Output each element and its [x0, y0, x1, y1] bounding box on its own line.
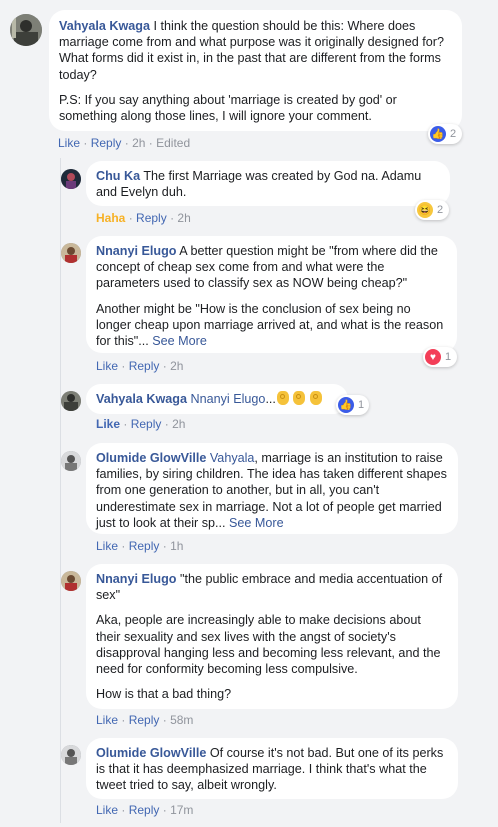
reaction-count: 2 — [437, 204, 444, 216]
reply-thread-line — [60, 158, 61, 823]
reaction-count: 1 — [445, 351, 452, 363]
comment-text: Another might be "How is the conclusion … — [96, 301, 444, 349]
edited-label[interactable]: Edited — [156, 136, 190, 150]
comment-bubble: Nnanyi Elugo A better question might be … — [86, 236, 457, 353]
ok-hand-icon — [293, 391, 306, 405]
comment-author[interactable]: Nnanyi Elugo — [96, 244, 176, 258]
timestamp[interactable]: 2h — [170, 359, 183, 373]
separator: · — [128, 211, 133, 225]
reply-link[interactable]: Reply — [129, 713, 160, 727]
ok-hand-icon — [309, 391, 322, 405]
comment-text: The first Marriage was created by God na… — [96, 169, 422, 200]
separator: · — [121, 539, 126, 553]
comment-text: ... — [265, 392, 276, 406]
comment-actions: Like · Reply · 2h — [96, 359, 183, 373]
comment-text-ps: P.S: If you say anything about 'marriage… — [59, 92, 397, 124]
like-link[interactable]: Like — [96, 803, 118, 817]
timestamp[interactable]: 58m — [170, 713, 193, 727]
ok-hand-icon — [276, 391, 289, 405]
comment-actions: Like · Reply · 58m — [96, 713, 193, 727]
see-more-link[interactable]: See More — [152, 334, 207, 348]
comment-bubble: Olumide GlowVille Vahyala, marriage is a… — [86, 443, 458, 534]
reaction-summary[interactable]: 👍 2 — [428, 124, 462, 144]
haha-icon: 😆 — [417, 202, 433, 218]
avatar[interactable] — [61, 391, 81, 411]
timestamp[interactable]: 17m — [170, 803, 193, 817]
comment-actions: Like · Reply · 1h — [96, 539, 183, 553]
avatar[interactable] — [10, 14, 42, 46]
haha-reacted-link[interactable]: Haha — [96, 211, 125, 225]
separator: · — [170, 211, 175, 225]
reply-link[interactable]: Reply — [136, 211, 167, 225]
comment-actions: Like · Reply · 2h — [96, 417, 185, 431]
avatar[interactable] — [61, 745, 81, 765]
comment-author[interactable]: Olumide GlowVille — [96, 746, 206, 760]
reply-link[interactable]: Reply — [91, 136, 122, 150]
comment-bubble: Vahyala Kwaga Nnanyi Elugo... — [86, 384, 348, 414]
separator: · — [164, 417, 169, 431]
love-icon: ♥ — [425, 349, 441, 365]
comment-author[interactable]: Nnanyi Elugo — [96, 572, 176, 586]
avatar[interactable] — [61, 243, 81, 263]
mention-link[interactable]: Vahyala — [210, 451, 255, 465]
reaction-count: 1 — [358, 399, 365, 411]
see-more-link[interactable]: See More — [229, 516, 284, 530]
reply-link[interactable]: Reply — [129, 539, 160, 553]
comment-text: Aka, people are increasingly able to mak… — [96, 613, 441, 677]
comment-bubble: Vahyala Kwaga I think the question shoul… — [49, 10, 462, 131]
avatar[interactable] — [61, 571, 81, 591]
reaction-summary[interactable]: 👍 1 — [336, 395, 369, 415]
comment-actions: Like · Reply · 17m — [96, 803, 193, 817]
timestamp[interactable]: 2h — [177, 211, 190, 225]
separator: · — [162, 803, 167, 817]
like-link[interactable]: Like — [96, 417, 120, 431]
like-link[interactable]: Like — [58, 136, 80, 150]
separator: · — [123, 417, 128, 431]
comment-actions: Like · Reply · 2h · Edited — [58, 136, 190, 150]
comment-author[interactable]: Olumide GlowVille — [96, 451, 206, 465]
separator: · — [148, 136, 153, 150]
comment-text: How is that a bad thing? — [96, 687, 232, 702]
reply-link[interactable]: Reply — [129, 359, 160, 373]
like-icon: 👍 — [338, 397, 354, 413]
separator: · — [162, 713, 167, 727]
like-link[interactable]: Like — [96, 713, 118, 727]
comment-bubble: Chu Ka The first Marriage was created by… — [86, 161, 450, 206]
timestamp[interactable]: 1h — [170, 539, 183, 553]
comment-bubble: Nnanyi Elugo "the public embrace and med… — [86, 564, 458, 709]
avatar[interactable] — [61, 451, 81, 471]
separator: · — [83, 136, 88, 150]
comment-author[interactable]: Chu Ka — [96, 169, 140, 183]
separator: · — [121, 359, 126, 373]
reply-link[interactable]: Reply — [129, 803, 160, 817]
like-link[interactable]: Like — [96, 539, 118, 553]
reply-link[interactable]: Reply — [131, 417, 162, 431]
comment-author[interactable]: Vahyala Kwaga — [96, 392, 187, 406]
separator: · — [121, 713, 126, 727]
comment-author[interactable]: Vahyala Kwaga — [59, 19, 150, 33]
like-icon: 👍 — [430, 126, 446, 142]
avatar[interactable] — [61, 169, 81, 189]
mention-link[interactable]: Nnanyi Elugo — [191, 392, 266, 406]
separator: · — [162, 359, 167, 373]
timestamp[interactable]: 2h — [172, 417, 185, 431]
reaction-count: 2 — [450, 128, 457, 140]
timestamp[interactable]: 2h — [132, 136, 145, 150]
like-link[interactable]: Like — [96, 359, 118, 373]
separator: · — [124, 136, 129, 150]
reaction-summary[interactable]: ♥ 1 — [423, 347, 457, 367]
comment-bubble: Olumide GlowVille Of course it's not bad… — [86, 738, 458, 799]
reaction-summary[interactable]: 😆 2 — [415, 200, 449, 220]
comment-actions: Haha · Reply · 2h — [96, 211, 191, 225]
separator: · — [162, 539, 167, 553]
separator: · — [121, 803, 126, 817]
